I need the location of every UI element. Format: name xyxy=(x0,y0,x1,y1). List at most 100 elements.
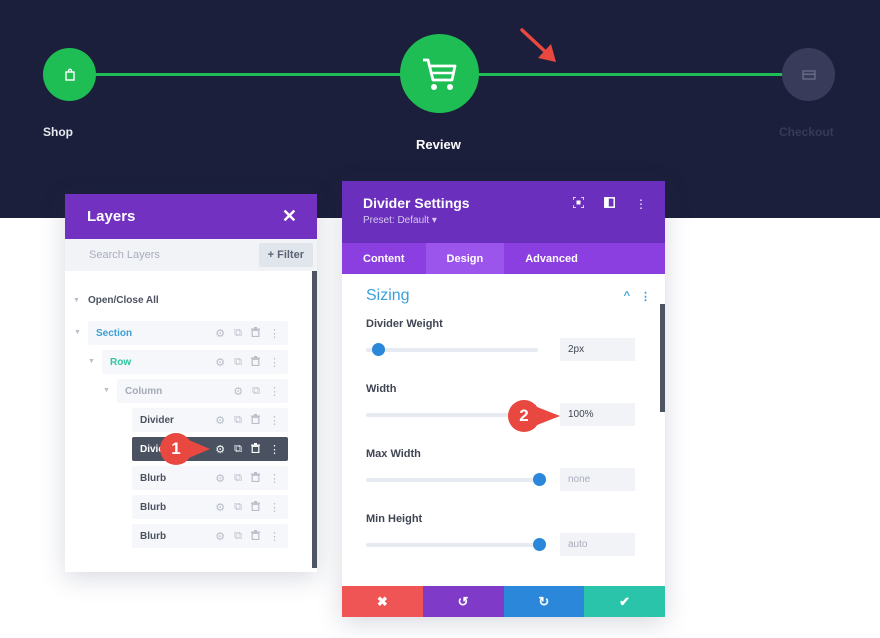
settings-header: Divider Settings Preset: Default ▾ ⋮ xyxy=(342,181,665,243)
layer-name: Blurb xyxy=(140,501,167,513)
step-shop[interactable] xyxy=(43,48,96,101)
more-icon[interactable]: ⋮ xyxy=(269,501,280,514)
gear-icon[interactable]: ⚙ xyxy=(215,530,225,543)
preset-dropdown[interactable]: Preset: Default ▾ xyxy=(363,215,643,226)
duplicate-icon[interactable]: ⧉ xyxy=(252,385,260,398)
slider-thumb[interactable] xyxy=(371,343,385,356)
duplicate-icon[interactable]: ⧉ xyxy=(234,472,242,485)
more-icon[interactable]: ⋮ xyxy=(269,472,280,485)
trash-icon[interactable] xyxy=(251,442,260,456)
layers-search-row: + Filter xyxy=(65,239,317,271)
layer-row-blurb[interactable]: Blurb ⚙ ⧉ ⋮ xyxy=(132,524,288,548)
trash-icon[interactable] xyxy=(251,355,260,369)
close-icon[interactable]: ✕ xyxy=(282,206,297,227)
field-label-min-height: Min Height xyxy=(366,513,423,525)
layer-name: Section xyxy=(96,327,133,339)
trash-icon[interactable] xyxy=(251,471,260,485)
undo-button[interactable]: ↺ xyxy=(422,586,504,617)
field-label-width: Width xyxy=(366,383,397,395)
open-close-all[interactable]: ▼ Open/Close All xyxy=(73,295,159,306)
expand-triangle-icon[interactable]: ▼ xyxy=(74,329,81,336)
layers-header: Layers ✕ xyxy=(65,194,317,239)
step-review[interactable] xyxy=(400,34,479,113)
expand-triangle-icon[interactable]: ▼ xyxy=(103,387,110,394)
layer-name: Blurb xyxy=(140,472,167,484)
field-label-max-width: Max Width xyxy=(366,448,421,460)
value-input-min-height[interactable]: auto xyxy=(560,533,635,556)
tab-design[interactable]: Design xyxy=(425,243,505,274)
layers-title: Layers xyxy=(87,208,136,225)
layer-row-section[interactable]: Section ⚙ ⧉ ⋮ xyxy=(88,321,288,345)
value-input-max-width[interactable]: none xyxy=(560,468,635,491)
layer-row-column[interactable]: Column ⚙ ⧉ ⋮ xyxy=(117,379,288,403)
trash-icon[interactable] xyxy=(251,326,260,340)
slider-thumb[interactable] xyxy=(533,538,546,551)
layer-name: Divider xyxy=(140,414,174,426)
credit-card-icon xyxy=(801,69,816,80)
annotation-arrow-icon xyxy=(520,28,556,62)
split-view-icon[interactable] xyxy=(604,197,615,211)
chevron-up-icon[interactable]: ^ xyxy=(624,290,630,303)
divider-settings-panel: Divider Settings Preset: Default ▾ ⋮ Con… xyxy=(342,181,665,617)
layer-row-divider[interactable]: Divider ⚙ ⧉ ⋮ xyxy=(132,408,288,432)
more-icon[interactable]: ⋮ xyxy=(269,327,280,340)
more-options-icon[interactable]: ⋮ xyxy=(635,197,647,211)
settings-scrollbar[interactable] xyxy=(660,304,665,412)
duplicate-icon[interactable]: ⧉ xyxy=(234,356,242,369)
layer-row-blurb[interactable]: Blurb ⚙ ⧉ ⋮ xyxy=(132,495,288,519)
value-input-divider-weight[interactable]: 2px xyxy=(560,338,635,361)
settings-footer: ✖ ↺ ↻ ✔ xyxy=(342,586,665,617)
layer-row-blurb[interactable]: Blurb ⚙ ⧉ ⋮ xyxy=(132,466,288,490)
redo-button[interactable]: ↻ xyxy=(503,586,585,617)
save-button[interactable]: ✔ xyxy=(584,586,665,617)
layer-row-row[interactable]: Row ⚙ ⧉ ⋮ xyxy=(102,350,288,374)
section-more-icon[interactable]: ⋮ xyxy=(640,290,651,303)
triangle-down-icon: ▼ xyxy=(73,297,80,304)
more-icon[interactable]: ⋮ xyxy=(269,385,280,398)
step-checkout[interactable] xyxy=(782,48,835,101)
search-layers-input[interactable] xyxy=(89,249,239,261)
cart-icon xyxy=(422,58,456,90)
badge-2-label: 2 xyxy=(519,406,529,425)
settings-body: Sizing ^ ⋮ Divider Weight 2px Width 100% Max… xyxy=(342,274,665,586)
progress-line-2 xyxy=(478,73,784,76)
section-title-sizing[interactable]: Sizing xyxy=(366,287,410,305)
shopping-bag-icon xyxy=(64,68,75,81)
slider-track[interactable] xyxy=(366,343,538,356)
slider-track[interactable] xyxy=(366,538,546,551)
cancel-button[interactable]: ✖ xyxy=(342,586,423,617)
value-input-width[interactable]: 100% xyxy=(560,403,635,426)
annotation-badge-1: 1 xyxy=(160,433,210,465)
progress-line-1 xyxy=(96,73,401,76)
badge-1-label: 1 xyxy=(171,439,181,458)
slider-thumb[interactable] xyxy=(533,473,546,486)
layers-panel: Layers ✕ + Filter ▼ Open/Close All ▼ Sect… xyxy=(65,194,317,572)
more-icon[interactable]: ⋮ xyxy=(269,530,280,543)
trash-icon[interactable] xyxy=(251,413,260,427)
tab-advanced[interactable]: Advanced xyxy=(504,243,599,274)
duplicate-icon[interactable]: ⧉ xyxy=(234,501,242,514)
slider-track[interactable] xyxy=(366,473,546,486)
gear-icon[interactable]: ⚙ xyxy=(215,472,225,485)
duplicate-icon[interactable]: ⧉ xyxy=(234,327,242,340)
gear-icon[interactable]: ⚙ xyxy=(215,501,225,514)
tab-content[interactable]: Content xyxy=(342,243,426,274)
gear-icon[interactable]: ⚙ xyxy=(215,414,225,427)
layers-scrollbar[interactable] xyxy=(312,271,317,568)
duplicate-icon[interactable]: ⧉ xyxy=(234,443,242,456)
layer-row-divider[interactable]: Divider ⚙ ⧉ ⋮ xyxy=(132,437,288,461)
gear-icon[interactable]: ⚙ xyxy=(215,327,225,340)
trash-icon[interactable] xyxy=(251,500,260,514)
trash-icon[interactable] xyxy=(251,529,260,543)
gear-icon[interactable]: ⚙ xyxy=(215,356,225,369)
more-icon[interactable]: ⋮ xyxy=(269,443,280,456)
gear-icon[interactable]: ⚙ xyxy=(233,385,243,398)
duplicate-icon[interactable]: ⧉ xyxy=(234,414,242,427)
more-icon[interactable]: ⋮ xyxy=(269,414,280,427)
filter-button[interactable]: + Filter xyxy=(258,243,313,267)
duplicate-icon[interactable]: ⧉ xyxy=(234,530,242,543)
gear-icon[interactable]: ⚙ xyxy=(215,443,225,456)
more-icon[interactable]: ⋮ xyxy=(269,356,280,369)
expand-triangle-icon[interactable]: ▼ xyxy=(88,358,95,365)
focus-icon[interactable] xyxy=(572,196,585,211)
